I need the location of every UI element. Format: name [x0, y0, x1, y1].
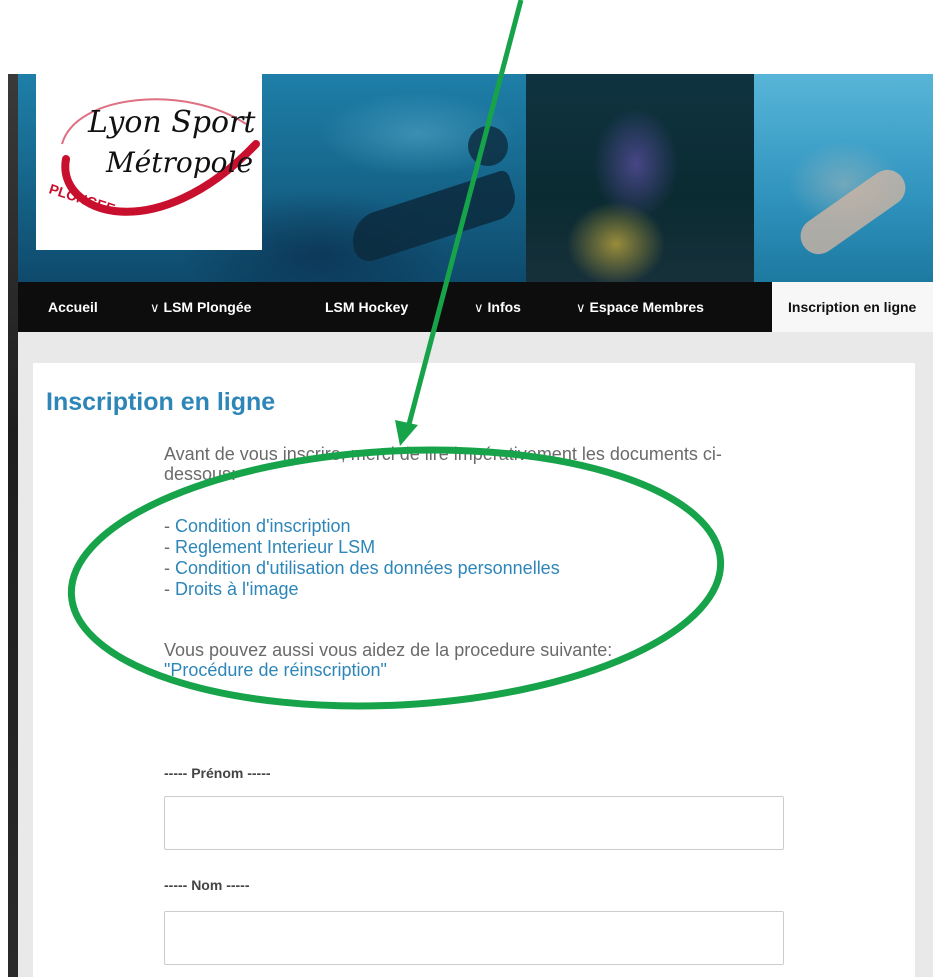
nav-item-lsm-plongee[interactable]: ∨ LSM Plongée: [150, 282, 251, 332]
prenom-label: ----- Prénom -----: [164, 765, 271, 781]
nav-item-infos[interactable]: ∨ Infos: [474, 282, 521, 332]
nav-label: LSM Plongée: [163, 299, 252, 315]
nom-label: ----- Nom -----: [164, 877, 250, 893]
svg-text:Métropole: Métropole: [105, 146, 253, 179]
document-list: - Condition d'inscription - Reglement In…: [164, 516, 560, 600]
list-item: - Condition d'utilisation des données pe…: [164, 558, 560, 578]
nav-label: Accueil: [48, 299, 98, 315]
chevron-down-icon: ∨: [576, 300, 586, 315]
nav-item-espace-membres[interactable]: ∨ Espace Membres: [576, 282, 704, 332]
help-text: Vous pouvez aussi vous aidez de la proce…: [164, 640, 613, 660]
page-title: Inscription en ligne: [46, 388, 276, 416]
page-frame-edge: [8, 74, 18, 977]
banner-photo-hockey: [754, 74, 933, 282]
svg-text:Lyon Sport: Lyon Sport: [87, 105, 256, 140]
svg-text:PLONGEE: PLONGEE: [47, 180, 117, 216]
link-reglement-interieur[interactable]: Reglement Interieur LSM: [175, 537, 375, 557]
logo-line1: Lyon Sport: [87, 105, 256, 140]
chevron-down-icon: ∨: [150, 300, 160, 315]
help-block: Vous pouvez aussi vous aidez de la proce…: [164, 640, 784, 680]
list-item: - Reglement Interieur LSM: [164, 537, 376, 557]
nom-input[interactable]: [164, 911, 784, 965]
list-item: - Condition d'inscription: [164, 516, 351, 536]
link-procedure-reinscription[interactable]: "Procédure de réinscription": [164, 660, 387, 680]
chevron-down-icon: ∨: [474, 300, 484, 315]
nav-label: Espace Membres: [589, 299, 704, 315]
nav-label: Infos: [487, 299, 521, 315]
nav-label: LSM Hockey: [325, 299, 409, 315]
main-nav: Accueil ∨ LSM Plongée LSM Hockey ∨ Infos ∨…: [18, 282, 933, 332]
link-donnees-personnelles[interactable]: Condition d'utilisation des données pers…: [175, 558, 560, 578]
list-item: - Droits à l'image: [164, 579, 299, 599]
nav-label: Inscription en ligne: [788, 299, 917, 315]
logo-subtitle: PLONGEE: [47, 180, 117, 216]
link-condition-inscription[interactable]: Condition d'inscription: [175, 516, 351, 536]
nav-item-lsm-hockey[interactable]: LSM Hockey: [325, 282, 408, 332]
diver-head-silhouette: [468, 126, 508, 166]
nav-item-inscription-en-ligne[interactable]: Inscription en ligne: [772, 282, 933, 332]
link-droits-image[interactable]: Droits à l'image: [175, 579, 298, 599]
site-logo[interactable]: Lyon Sport Métropole PLONGEE: [36, 74, 262, 250]
banner-photo-nudibranch: [526, 74, 754, 282]
prenom-input[interactable]: [164, 796, 784, 850]
intro-text: Avant de vous inscrire, merci de lire im…: [164, 444, 722, 484]
nav-item-accueil[interactable]: Accueil: [48, 282, 98, 332]
logo-graphic: Lyon Sport Métropole PLONGEE: [47, 98, 260, 217]
logo-line2: Métropole: [105, 146, 253, 179]
